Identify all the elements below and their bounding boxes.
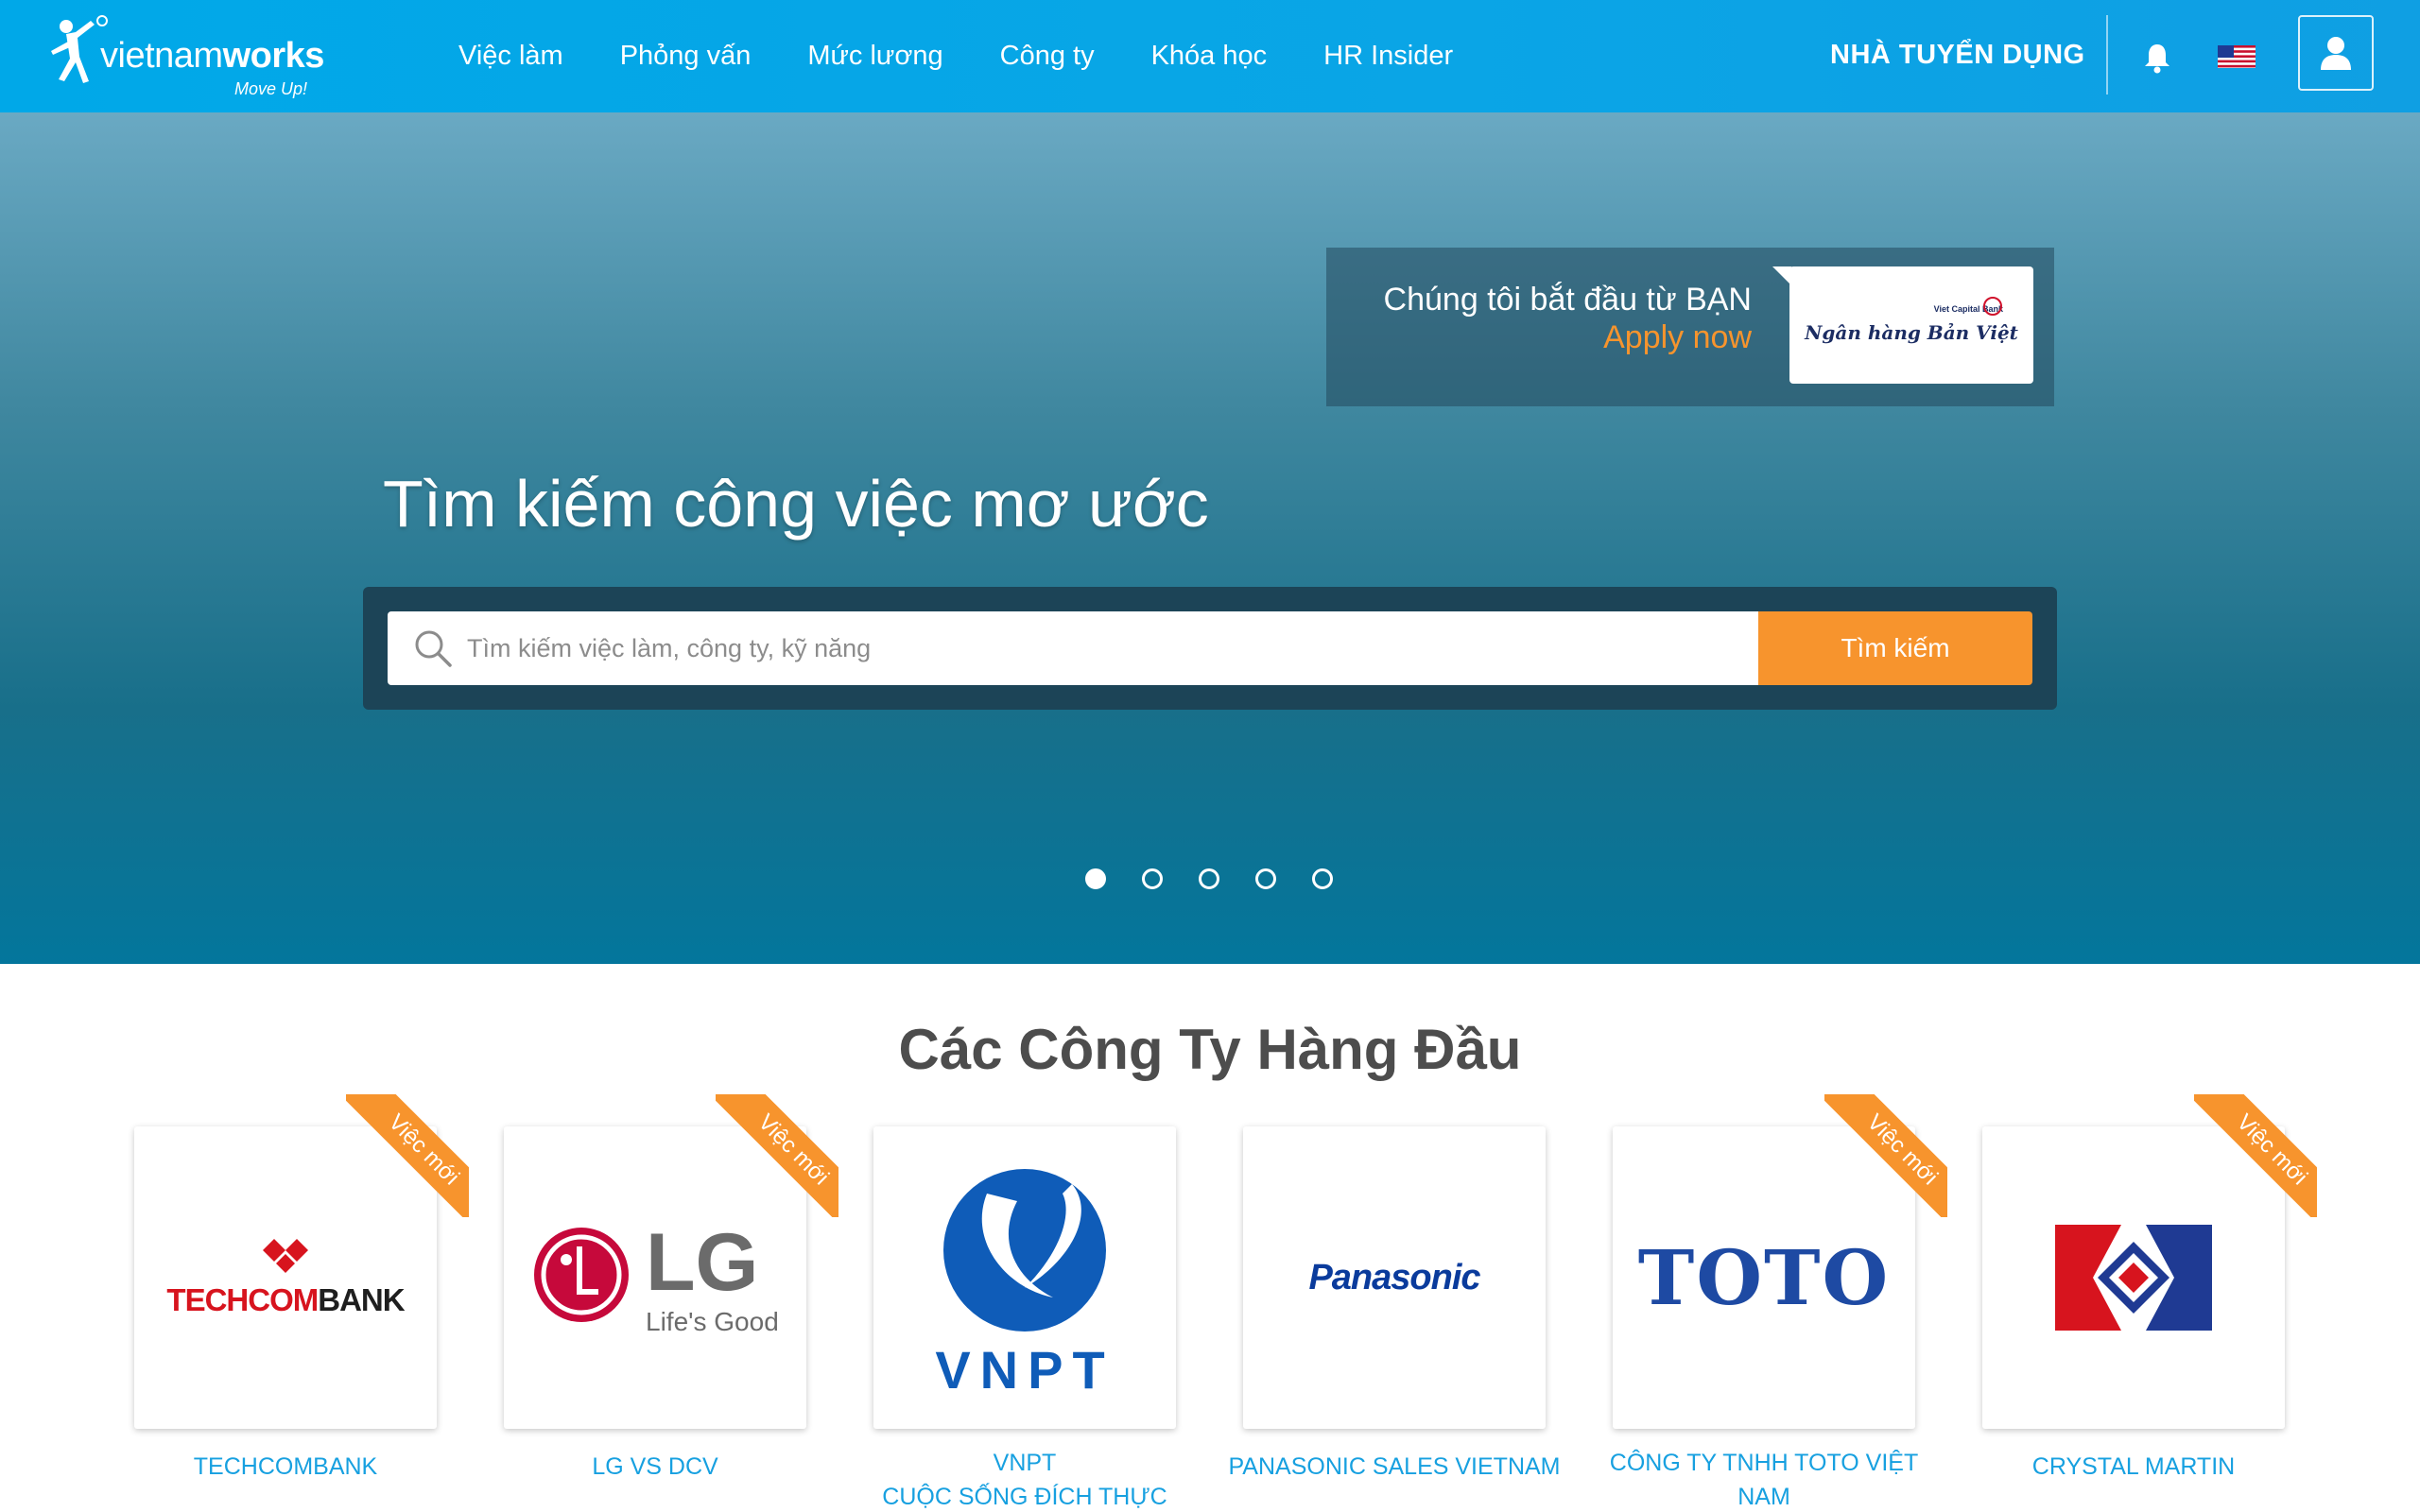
company-name-crystal-martin[interactable]: CRYSTAL MARTIN (1945, 1450, 2323, 1484)
viet-capital-bank-logo: Viet Capital Bank Ngân hàng Bản Việt (1789, 266, 2033, 384)
panasonic-logo: Panasonic (1243, 1126, 1546, 1429)
carousel-dot-4[interactable] (1255, 868, 1276, 889)
account-button[interactable] (2298, 15, 2374, 91)
main-nav: Việc làm Phỏng vấn Mức lương Công ty Khó… (458, 0, 1510, 112)
logo-tagline: Move Up! (234, 79, 308, 98)
new-jobs-ribbon: Việc mới (716, 1094, 838, 1217)
company-name-lg[interactable]: LG VS DCV (466, 1450, 844, 1484)
carousel-dot-1[interactable] (1085, 868, 1106, 889)
top-companies-title: Các Công Ty Hàng Đầu (898, 1018, 1522, 1081)
carousel-dot-5[interactable] (1312, 868, 1333, 889)
company-name-toto-line1: CÔNG TY TNHH TOTO VIỆT (1609, 1450, 1919, 1476)
company-name-vnpt[interactable]: VNPT CUỘC SỐNG ĐÍCH THỰC (836, 1446, 1214, 1512)
vnpt-globe-icon (943, 1168, 1106, 1332)
search-input[interactable] (467, 611, 1743, 685)
company-card-toto[interactable]: TOTO Việc mới (1613, 1094, 1947, 1429)
company-name-panasonic[interactable]: PANASONIC SALES VIETNAM (1205, 1450, 1583, 1484)
company-name-toto-line2: NAM (1737, 1484, 1790, 1510)
new-jobs-ribbon: Việc mới (1824, 1094, 1947, 1217)
company-card-crystal-martin[interactable]: Việc mới (1982, 1094, 2317, 1429)
company-name-techcombank[interactable]: TECHCOMBANK (96, 1450, 475, 1484)
company-name-vnpt-line1: VNPT (993, 1450, 1057, 1476)
bell-icon[interactable] (2142, 42, 2172, 74)
company-card-techcombank[interactable]: TECHCOMBANK Việc mới (134, 1094, 469, 1429)
hero-title: Tìm kiếm công việc mơ ước (383, 467, 1209, 541)
employer-link[interactable]: NHÀ TUYỂN DỤNG (1830, 40, 2085, 71)
promo-banner[interactable]: Chúng tôi bắt đầu từ BẠN Apply now Viet … (1326, 248, 2054, 406)
techcombank-mark-icon (263, 1239, 308, 1273)
search-icon (415, 630, 452, 667)
nav-item-hr-insider[interactable]: HR Insider (1323, 41, 1453, 72)
company-name-vnpt-line2: CUỘC SỐNG ĐÍCH THỰC (882, 1484, 1167, 1510)
lg-wordmark: LG (646, 1217, 759, 1308)
header-divider (2106, 15, 2108, 94)
promo-headline: Chúng tôi bắt đầu từ BẠN (1383, 282, 1752, 318)
vnpt-logo: VNPT (873, 1126, 1176, 1429)
techcombank-wordmark: TECHCOMBANK (166, 1282, 405, 1317)
company-card-panasonic[interactable]: Panasonic (1243, 1126, 1546, 1429)
user-icon (2321, 37, 2351, 70)
toto-wordmark: TOTO (1637, 1233, 1891, 1322)
logo-small-text: Viet Capital Bank (1933, 304, 2003, 314)
company-name-toto[interactable]: CÔNG TY TNHH TOTO VIỆT NAM (1575, 1446, 1953, 1512)
promo-notch (1772, 266, 1791, 285)
new-jobs-ribbon: Việc mới (346, 1094, 469, 1217)
search-field[interactable] (388, 611, 1758, 685)
logo-wordmark: vietnamworks (100, 36, 324, 76)
nav-item-phong-van[interactable]: Phỏng vấn (620, 41, 752, 72)
lg-tagline: Life's Good (646, 1307, 779, 1336)
nav-item-muc-luong[interactable]: Mức lương (807, 41, 942, 72)
panasonic-wordmark: Panasonic (1308, 1257, 1480, 1297)
carousel-dots (1085, 868, 1369, 889)
promo-apply-link[interactable]: Apply now (1603, 319, 1752, 356)
search-bar: Tìm kiếm (363, 587, 2057, 710)
company-card-lg[interactable]: LG Life's Good Việc mới (504, 1094, 838, 1429)
crystal-martin-mark-icon (2055, 1225, 2212, 1331)
nav-item-khoa-hoc[interactable]: Khóa học (1151, 41, 1268, 72)
vnpt-wordmark: VNPT (935, 1339, 1115, 1400)
carousel-dot-2[interactable] (1142, 868, 1163, 889)
logo-bank-name: Ngân hàng Bản Việt (1805, 321, 2018, 344)
search-button[interactable]: Tìm kiếm (1758, 611, 2032, 685)
vietnamworks-logo[interactable]: vietnamworks Move Up! (45, 13, 329, 100)
us-flag-icon[interactable] (2218, 45, 2256, 68)
carousel-dot-3[interactable] (1199, 868, 1219, 889)
logo-ring-icon (1983, 297, 2002, 316)
nav-item-viec-lam[interactable]: Việc làm (458, 41, 563, 72)
new-jobs-ribbon: Việc mới (2194, 1094, 2317, 1217)
nav-item-cong-ty[interactable]: Công ty (1000, 41, 1095, 72)
company-card-vnpt[interactable]: VNPT (873, 1126, 1176, 1429)
top-navbar: vietnamworks Move Up! Việc làm Phỏng vấn… (0, 0, 2420, 112)
hero-banner: Chúng tôi bắt đầu từ BẠN Apply now Viet … (0, 112, 2420, 964)
lg-face-icon (534, 1228, 629, 1322)
